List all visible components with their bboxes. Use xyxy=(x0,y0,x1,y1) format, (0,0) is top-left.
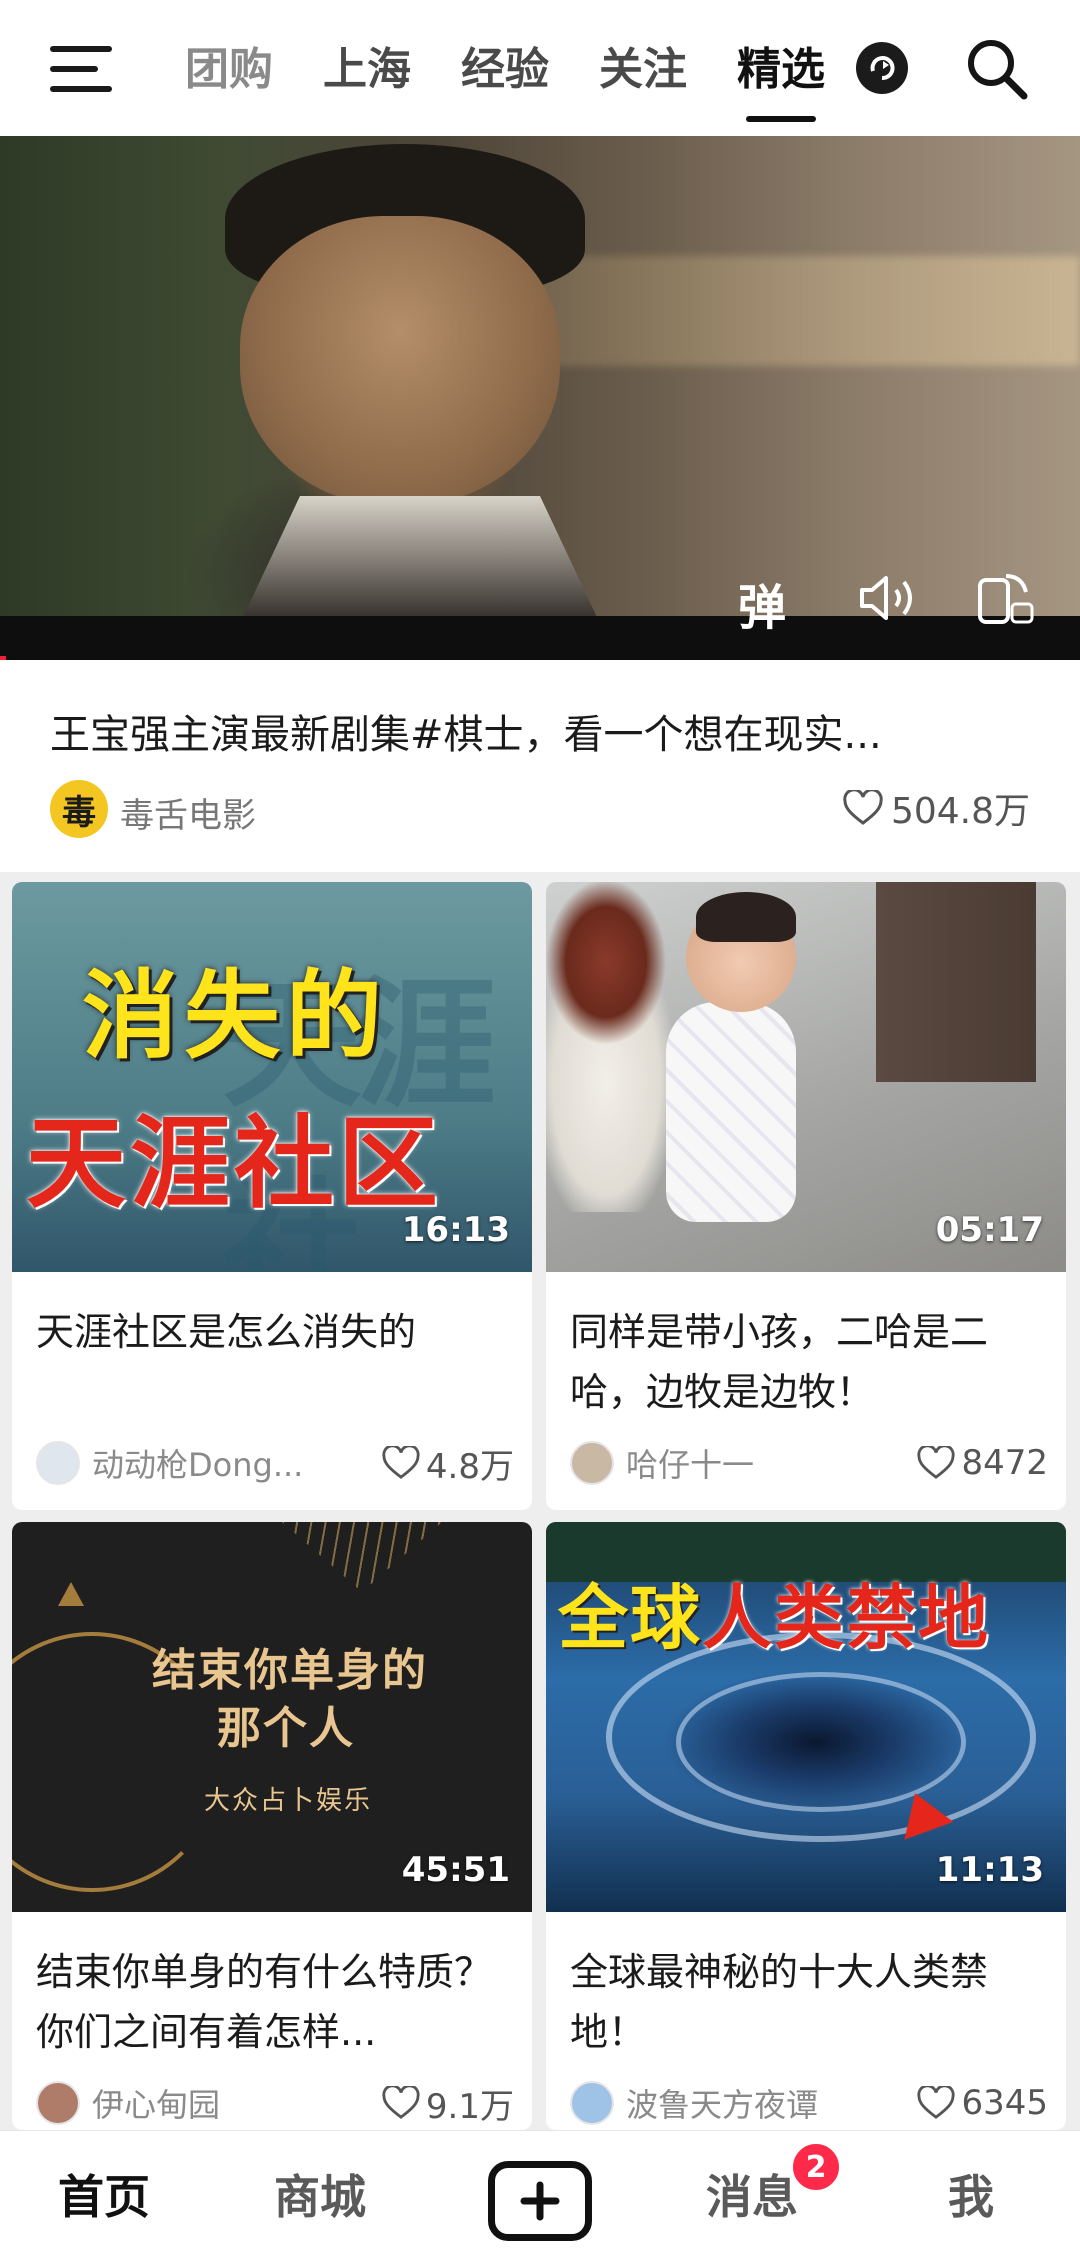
tab-featured[interactable]: 精选 xyxy=(712,30,850,122)
video-card[interactable]: 天涯社 消失的 天涯社区 16:13 天涯社区是怎么消失的 动动枪Dong...… xyxy=(12,882,532,1510)
video-title[interactable]: 结束你单身的有什么特质？你们之间有着怎样... xyxy=(36,1942,516,2062)
video-meta: 伊心甸园 9.1万 xyxy=(36,2078,514,2128)
heart-icon xyxy=(917,2086,956,2119)
heart-icon xyxy=(382,2086,420,2119)
heart-icon xyxy=(843,790,883,825)
thumbnail-headline: 天涯社区 xyxy=(26,1105,442,1222)
like-count[interactable]: 4.8万 xyxy=(382,1439,514,1488)
video-duration: 16:13 xyxy=(401,1210,510,1250)
author-name[interactable]: 波鲁天方夜谭 xyxy=(626,2080,886,2126)
like-count-text: 8472 xyxy=(961,1443,1048,1483)
search-icon[interactable] xyxy=(964,36,1030,102)
top-nav-bar: 团购 上海 经验 关注 精选 xyxy=(0,0,1080,136)
plus-icon xyxy=(520,2181,560,2221)
like-count-text: 504.8万 xyxy=(890,791,1030,832)
video-meta: 波鲁天方夜谭 6345 xyxy=(570,2078,1048,2128)
featured-video-player[interactable]: 弹 xyxy=(0,136,1080,660)
like-count-text: 9.1万 xyxy=(425,2086,514,2127)
like-count[interactable]: 8472 xyxy=(917,1443,1048,1483)
nav-home[interactable]: 首页 xyxy=(58,2161,150,2227)
like-count-text: 6345 xyxy=(961,2083,1048,2123)
like-count-text: 4.8万 xyxy=(425,1446,514,1487)
refresh-icon[interactable] xyxy=(856,42,908,94)
featured-video-title[interactable]: 王宝强主演最新剧集#棋士，看一个想在现实... xyxy=(50,702,1050,760)
video-duration: 45:51 xyxy=(401,1850,510,1890)
like-count[interactable]: 6345 xyxy=(917,2083,1048,2123)
author-avatar[interactable] xyxy=(36,1441,80,1485)
nav-me[interactable]: 我 xyxy=(948,2161,994,2227)
channel-tabs: 团购 上海 经验 关注 精选 xyxy=(160,30,850,122)
tab-following[interactable]: 关注 xyxy=(574,30,712,120)
like-count[interactable]: 9.1万 xyxy=(382,2079,514,2128)
thumbnail-subtext: 大众占卜娱乐 xyxy=(204,1786,373,1816)
tab-tuangou[interactable]: 团购 xyxy=(160,30,298,120)
author-name[interactable]: 动动枪Dong... xyxy=(92,1440,352,1486)
author-avatar[interactable] xyxy=(570,2081,614,2125)
video-title[interactable]: 同样是带小孩，二哈是二哈，边牧是边牧！ xyxy=(570,1302,1050,1422)
nav-mall[interactable]: 商城 xyxy=(274,2161,366,2227)
heart-icon xyxy=(382,1446,420,1479)
author-name[interactable]: 毒舌电影 xyxy=(120,788,256,837)
thumbnail-headline: 全球人类禁地 xyxy=(558,1577,990,1659)
like-count[interactable]: 504.8万 xyxy=(843,782,1030,834)
message-badge: 2 xyxy=(790,2141,842,2193)
author-name[interactable]: 伊心甸园 xyxy=(92,2080,352,2126)
video-duration: 11:13 xyxy=(935,1850,1044,1890)
video-title[interactable]: 全球最神秘的十大人类禁地！ xyxy=(570,1942,1050,2062)
video-card[interactable]: 全球人类禁地 11:13 全球最神秘的十大人类禁地！ 波鲁天方夜谭 6345 xyxy=(546,1522,1066,2130)
author-avatar[interactable] xyxy=(36,2081,80,2125)
thumbnail-headline: 消失的 xyxy=(82,960,388,1072)
tab-shanghai[interactable]: 上海 xyxy=(298,30,436,120)
video-duration: 05:17 xyxy=(935,1210,1044,1250)
menu-icon[interactable] xyxy=(50,44,116,96)
tab-experience[interactable]: 经验 xyxy=(436,30,574,120)
thumbnail-headline: 结束你单身的 xyxy=(152,1645,428,1696)
video-card[interactable]: 05:17 同样是带小孩，二哈是二哈，边牧是边牧！ 哈仔十一 8472 xyxy=(546,882,1066,1510)
video-card[interactable]: 结束你单身的 那个人 大众占卜娱乐 45:51 结束你单身的有什么特质？你们之间… xyxy=(12,1522,532,2130)
video-title[interactable]: 天涯社区是怎么消失的 xyxy=(36,1302,516,1362)
nav-messages[interactable]: 消息 xyxy=(706,2161,798,2227)
video-thumbnail[interactable]: 结束你单身的 那个人 大众占卜娱乐 45:51 xyxy=(12,1522,532,1912)
create-post-button[interactable] xyxy=(488,2161,592,2241)
video-meta: 哈仔十一 8472 xyxy=(570,1438,1048,1488)
volume-icon[interactable] xyxy=(858,574,920,634)
video-thumbnail[interactable]: 天涯社 消失的 天涯社区 16:13 xyxy=(12,882,532,1272)
featured-video-info[interactable]: 王宝强主演最新剧集#棋士，看一个想在现实... 毒 毒舌电影 504.8万 xyxy=(0,660,1080,872)
danmu-toggle-button[interactable]: 弹 xyxy=(738,568,786,638)
video-meta: 动动枪Dong... 4.8万 xyxy=(36,1438,514,1488)
rotate-screen-icon[interactable] xyxy=(976,570,1036,638)
bottom-nav-bar: 首页 商城 消息 2 我 xyxy=(0,2130,1080,2259)
video-thumbnail[interactable]: 05:17 xyxy=(546,882,1066,1272)
author-name[interactable]: 哈仔十一 xyxy=(626,1440,886,1486)
heart-icon xyxy=(917,1446,956,1479)
author-avatar[interactable]: 毒 xyxy=(50,780,108,838)
author-avatar[interactable] xyxy=(570,1441,614,1485)
video-thumbnail[interactable]: 全球人类禁地 11:13 xyxy=(546,1522,1066,1912)
thumbnail-headline: 那个人 xyxy=(217,1703,355,1754)
